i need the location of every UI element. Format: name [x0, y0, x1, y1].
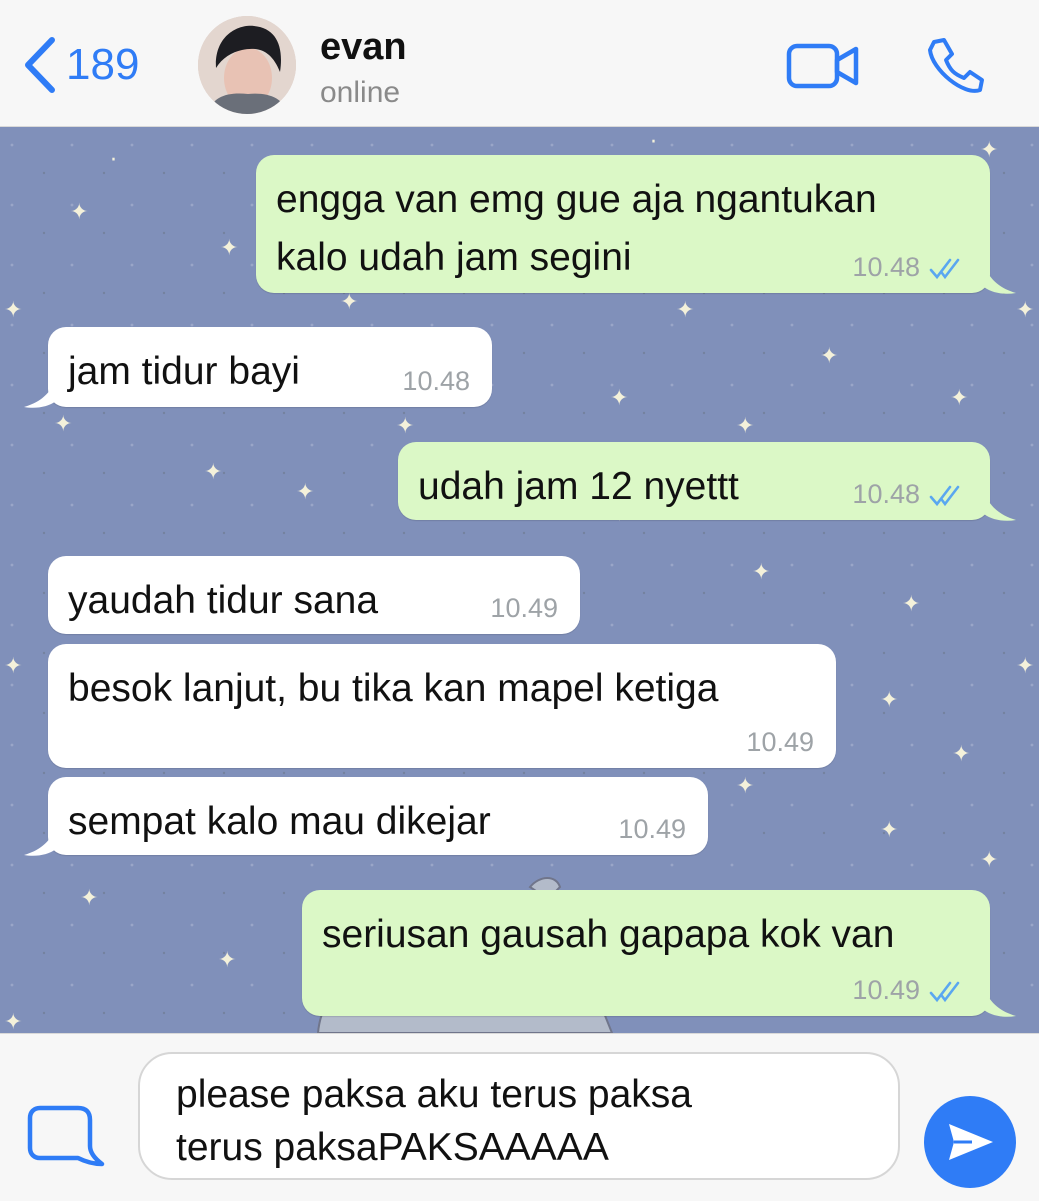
message-bubble-incoming[interactable]: yaudah tidur sana 10.49 — [48, 556, 580, 634]
svg-text:✦: ✦ — [4, 298, 22, 323]
back-button[interactable]: 189 — [22, 36, 139, 94]
chat-area[interactable]: ✦✦✦ ✦✦✦ ✦✦✦ ✦✦✦ ✦✦✦ ✦✦✦ ✦✦✦ ✦✦✦ ✦✦✦ ··✦ … — [0, 127, 1039, 1033]
svg-text:✦: ✦ — [752, 560, 770, 585]
double-check-icon — [929, 981, 960, 1002]
message-bubble-incoming[interactable]: jam tidur bayi 10.48 — [48, 327, 492, 407]
message-bubble-incoming[interactable]: besok lanjut, bu tika kan mapel ketiga 1… — [48, 644, 836, 768]
bubble-tail — [984, 988, 1016, 1017]
message-bubble-outgoing[interactable]: engga van emg gue aja ngantukan kalo uda… — [256, 155, 990, 293]
svg-text:✦: ✦ — [1016, 654, 1034, 679]
message-input-text: please paksa aku terus paksa — [176, 1073, 692, 1116]
video-camera-icon — [786, 43, 859, 89]
message-bubble-incoming[interactable]: sempat kalo mau dikejar 10.49 — [48, 777, 708, 855]
unread-count: 189 — [66, 40, 140, 89]
contact-name[interactable]: evan — [320, 26, 407, 69]
message-text: yaudah tidur sana — [68, 579, 379, 622]
bubble-tail — [24, 827, 56, 856]
svg-text:✦: ✦ — [950, 386, 968, 411]
message-time: 10.49 — [746, 727, 814, 757]
chat-header: 189 evan online — [0, 0, 1039, 127]
svg-text:✦: ✦ — [70, 200, 88, 225]
svg-text:✦: ✦ — [4, 1010, 22, 1033]
message-meta: 10.49 — [852, 977, 968, 1004]
svg-text:✦: ✦ — [220, 236, 238, 261]
message-meta: 10.48 — [852, 254, 968, 281]
bubble-tail — [984, 492, 1016, 521]
message-text: besok lanjut, bu tika kan mapel ketiga — [68, 667, 719, 710]
message-text: sempat kalo mau dikejar — [68, 800, 491, 843]
svg-text:✦: ✦ — [880, 818, 898, 843]
message-meta: 10.48 — [852, 481, 968, 508]
message-time: 10.49 — [490, 593, 558, 623]
svg-text:✦: ✦ — [820, 344, 838, 369]
video-call-button[interactable] — [786, 40, 860, 97]
message-text: engga van emg gue aja ngantukan — [276, 178, 877, 221]
double-check-icon — [929, 485, 960, 506]
svg-text:✦: ✦ — [218, 948, 236, 973]
message-text: seriusan gausah gapapa kok van — [322, 913, 895, 956]
bubble-tail — [24, 379, 56, 408]
svg-text:✦: ✦ — [4, 654, 22, 679]
attachment-icon — [27, 1105, 105, 1167]
svg-text:·: · — [110, 148, 117, 173]
phone-icon — [928, 38, 984, 93]
double-check-icon — [929, 258, 960, 279]
message-time: 10.49 — [618, 814, 686, 844]
message-time: 10.49 — [852, 975, 920, 1005]
message-input[interactable]: please paksa aku terus paksa terus paksa… — [138, 1052, 900, 1180]
svg-text:✦: ✦ — [736, 774, 754, 799]
send-button[interactable] — [924, 1096, 1016, 1188]
svg-text:✦: ✦ — [296, 480, 314, 505]
svg-text:✦: ✦ — [1016, 298, 1034, 323]
svg-text:✦: ✦ — [952, 742, 970, 767]
svg-text:·: · — [650, 130, 657, 155]
message-input-text: terus paksaPAKSAAAAA — [176, 1126, 609, 1169]
attach-button[interactable] — [26, 1104, 108, 1175]
svg-text:✦: ✦ — [80, 886, 98, 911]
svg-text:✦: ✦ — [736, 414, 754, 439]
svg-text:✦: ✦ — [980, 848, 998, 873]
message-bubble-outgoing[interactable]: udah jam 12 nyettt 10.48 — [398, 442, 990, 520]
message-time: 10.48 — [852, 479, 920, 509]
contact-status: online — [320, 76, 401, 109]
svg-text:✦: ✦ — [880, 688, 898, 713]
message-meta: 10.49 — [618, 816, 686, 843]
message-meta: 10.49 — [746, 729, 814, 756]
svg-text:✦: ✦ — [610, 386, 628, 411]
send-icon — [949, 1124, 993, 1160]
svg-text:✦: ✦ — [676, 298, 694, 323]
message-meta: 10.49 — [490, 595, 558, 622]
message-time: 10.48 — [402, 366, 470, 396]
message-bubble-outgoing[interactable]: seriusan gausah gapapa kok van 10.49 — [302, 890, 990, 1016]
svg-text:✦: ✦ — [396, 414, 414, 439]
bubble-tail — [984, 265, 1016, 294]
contact-avatar[interactable] — [198, 16, 296, 114]
chevron-left-icon — [25, 37, 55, 93]
svg-text:✦: ✦ — [340, 290, 358, 315]
message-time: 10.48 — [852, 252, 920, 282]
svg-text:✦: ✦ — [204, 460, 222, 485]
svg-text:✦: ✦ — [902, 592, 920, 617]
message-meta: 10.48 — [402, 368, 470, 395]
svg-text:✦: ✦ — [54, 412, 72, 437]
voice-call-button[interactable] — [924, 36, 986, 103]
